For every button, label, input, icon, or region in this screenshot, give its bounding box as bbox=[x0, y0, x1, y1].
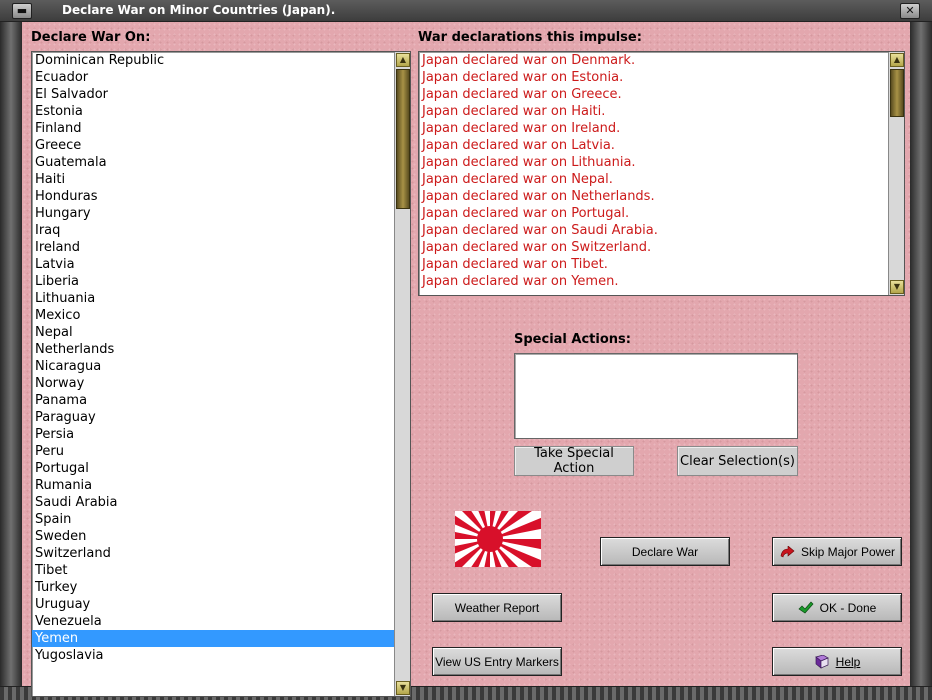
country-list-item[interactable]: Hungary bbox=[32, 205, 394, 222]
scroll-up-arrow-icon[interactable]: ▲ bbox=[396, 53, 410, 67]
declarations-listbox[interactable]: Japan declared war on Denmark. Japan decl… bbox=[418, 51, 905, 296]
main-panel: Declare War On: Dominican Republic Ecuado… bbox=[22, 22, 910, 697]
declaration-list-item[interactable]: Japan declared war on Ireland. bbox=[419, 120, 904, 137]
declaration-list-item[interactable]: Japan declared war on Latvia. bbox=[419, 137, 904, 154]
scroll-down-arrow-icon[interactable]: ▼ bbox=[396, 681, 410, 695]
country-list-item[interactable]: Spain bbox=[32, 511, 394, 528]
declaration-list-item[interactable]: Japan declared war on Estonia. bbox=[419, 69, 904, 86]
country-list-item[interactable]: Saudi Arabia bbox=[32, 494, 394, 511]
country-list: Dominican Republic Ecuador El Salvador Esto… bbox=[32, 52, 410, 664]
weather-report-label: Weather Report bbox=[454, 600, 540, 615]
clear-selections-button[interactable]: Clear Selection(s) bbox=[677, 446, 798, 476]
scroll-thumb[interactable] bbox=[890, 69, 904, 117]
country-list-item[interactable]: Lithuania bbox=[32, 290, 394, 307]
declarations-list: Japan declared war on Denmark. Japan decl… bbox=[419, 52, 904, 290]
country-list-item[interactable]: Yemen bbox=[32, 630, 394, 647]
country-listbox[interactable]: Dominican Republic Ecuador El Salvador Esto… bbox=[31, 51, 411, 697]
declaration-list-item[interactable]: Japan declared war on Greece. bbox=[419, 86, 904, 103]
declaration-list-item[interactable]: Japan declared war on Haiti. bbox=[419, 103, 904, 120]
help-label: Help bbox=[835, 654, 861, 669]
help-button[interactable]: Help bbox=[772, 647, 902, 676]
country-list-item[interactable]: Latvia bbox=[32, 256, 394, 273]
book-icon bbox=[814, 654, 829, 669]
window-frame: ▬ Declare War on Minor Countries (Japan)… bbox=[0, 0, 932, 700]
left-border bbox=[0, 22, 22, 686]
country-list-item[interactable]: El Salvador bbox=[32, 86, 394, 103]
declaration-list-item[interactable]: Japan declared war on Lithuania. bbox=[419, 154, 904, 171]
country-list-item[interactable]: Persia bbox=[32, 426, 394, 443]
special-actions-label: Special Actions: bbox=[514, 332, 631, 347]
country-list-item[interactable]: Turkey bbox=[32, 579, 394, 596]
declaration-list-item[interactable]: Japan declared war on Portugal. bbox=[419, 205, 904, 222]
country-list-item[interactable]: Portugal bbox=[32, 460, 394, 477]
country-list-item[interactable]: Netherlands bbox=[32, 341, 394, 358]
declare-war-on-label: Declare War On: bbox=[31, 30, 151, 45]
country-list-item[interactable]: Venezuela bbox=[32, 613, 394, 630]
green-check-icon bbox=[798, 600, 814, 613]
system-menu-button[interactable]: ▬ bbox=[12, 3, 32, 19]
window-title: Declare War on Minor Countries (Japan). bbox=[62, 3, 336, 17]
declaration-list-item[interactable]: Japan declared war on Denmark. bbox=[419, 52, 904, 69]
declaration-list-item[interactable]: Japan declared war on Tibet. bbox=[419, 256, 904, 273]
war-declarations-label: War declarations this impulse: bbox=[418, 30, 642, 45]
scroll-down-arrow-icon[interactable]: ▼ bbox=[890, 280, 904, 294]
country-list-item[interactable]: Switzerland bbox=[32, 545, 394, 562]
view-us-entry-markers-label: View US Entry Markers bbox=[435, 654, 559, 669]
country-list-item[interactable]: Uruguay bbox=[32, 596, 394, 613]
country-list-item[interactable]: Honduras bbox=[32, 188, 394, 205]
weather-report-button[interactable]: Weather Report bbox=[432, 593, 562, 622]
country-list-item[interactable]: Guatemala bbox=[32, 154, 394, 171]
scroll-up-arrow-icon[interactable]: ▲ bbox=[890, 53, 904, 67]
declarations-scrollbar[interactable]: ▲ ▼ bbox=[888, 52, 904, 295]
country-list-item[interactable]: Estonia bbox=[32, 103, 394, 120]
country-list-item[interactable]: Greece bbox=[32, 137, 394, 154]
declaration-list-item[interactable]: Japan declared war on Saudi Arabia. bbox=[419, 222, 904, 239]
country-list-item[interactable]: Panama bbox=[32, 392, 394, 409]
country-list-item[interactable]: Iraq bbox=[32, 222, 394, 239]
country-list-item[interactable]: Peru bbox=[32, 443, 394, 460]
skip-major-power-label: Skip Major Power bbox=[800, 544, 896, 559]
country-list-scrollbar[interactable]: ▲ ▼ bbox=[394, 52, 410, 696]
skip-major-power-button[interactable]: Skip Major Power bbox=[772, 537, 902, 566]
declare-war-button[interactable]: Declare War bbox=[600, 537, 730, 566]
red-arrow-icon bbox=[780, 545, 795, 557]
view-us-entry-markers-button[interactable]: View US Entry Markers bbox=[432, 647, 562, 676]
ok-done-label: OK - Done bbox=[819, 600, 877, 615]
close-button[interactable]: ✕ bbox=[900, 3, 920, 19]
right-border bbox=[910, 22, 932, 686]
country-list-item[interactable]: Dominican Republic bbox=[32, 52, 394, 69]
declaration-list-item[interactable]: Japan declared war on Nepal. bbox=[419, 171, 904, 188]
declaration-list-item[interactable]: Japan declared war on Yemen. bbox=[419, 273, 904, 290]
country-list-item[interactable]: Paraguay bbox=[32, 409, 394, 426]
country-list-item[interactable]: Sweden bbox=[32, 528, 394, 545]
special-actions-box[interactable] bbox=[514, 353, 798, 439]
country-list-item[interactable]: Ecuador bbox=[32, 69, 394, 86]
country-list-item[interactable]: Mexico bbox=[32, 307, 394, 324]
declaration-list-item[interactable]: Japan declared war on Switzerland. bbox=[419, 239, 904, 256]
rising-sun-flag-icon bbox=[455, 511, 541, 567]
country-list-item[interactable]: Tibet bbox=[32, 562, 394, 579]
declare-war-label: Declare War bbox=[631, 544, 699, 559]
scroll-thumb[interactable] bbox=[396, 69, 410, 209]
title-bar[interactable]: ▬ Declare War on Minor Countries (Japan)… bbox=[0, 0, 932, 22]
declaration-list-item[interactable]: Japan declared war on Netherlands. bbox=[419, 188, 904, 205]
country-list-item[interactable]: Nepal bbox=[32, 324, 394, 341]
country-list-item[interactable]: Nicaragua bbox=[32, 358, 394, 375]
country-list-item[interactable]: Haiti bbox=[32, 171, 394, 188]
country-list-item[interactable]: Liberia bbox=[32, 273, 394, 290]
country-list-item[interactable]: Yugoslavia bbox=[32, 647, 394, 664]
country-list-item[interactable]: Ireland bbox=[32, 239, 394, 256]
ok-done-button[interactable]: OK - Done bbox=[772, 593, 902, 622]
country-list-item[interactable]: Rumania bbox=[32, 477, 394, 494]
country-list-item[interactable]: Norway bbox=[32, 375, 394, 392]
country-list-item[interactable]: Finland bbox=[32, 120, 394, 137]
take-special-action-button[interactable]: Take Special Action bbox=[514, 446, 634, 476]
